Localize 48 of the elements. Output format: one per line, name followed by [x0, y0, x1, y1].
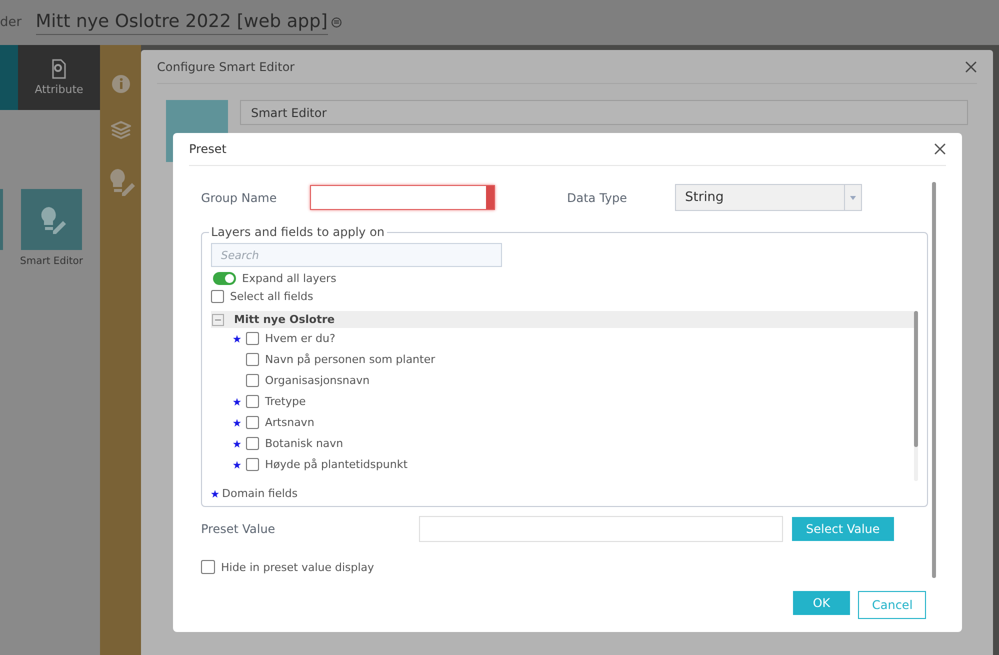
- edit-icon[interactable]: [330, 17, 342, 28]
- app-title[interactable]: Mitt nye Oslotre 2022 [web app]: [36, 10, 328, 34]
- checkbox[interactable]: [246, 395, 259, 408]
- field-label: Group Name: [201, 190, 278, 204]
- field-name: Organisasjonsnavn: [265, 374, 370, 387]
- toggle-label: Expand all layers: [242, 272, 336, 285]
- star-icon: [211, 490, 219, 498]
- name-field[interactable]: Smart Editor: [240, 100, 968, 125]
- checkbox-label: Hide in preset value display: [221, 560, 374, 574]
- layer-row[interactable]: Mitt nye Oslotre: [211, 311, 914, 328]
- field-name: Tretype: [265, 395, 306, 408]
- group-name-field[interactable]: [310, 185, 495, 210]
- section-legend: Layers and fields to apply on: [209, 225, 387, 239]
- checkbox[interactable]: [246, 416, 259, 429]
- collapse-icon[interactable]: [212, 314, 224, 326]
- select-value-button[interactable]: Select Value: [792, 517, 894, 541]
- toggle-switch[interactable]: [213, 272, 236, 285]
- field-name: Botanisk navn: [265, 437, 344, 450]
- legend-note: Domain fields: [222, 487, 298, 500]
- widget-label: Smart Editor: [20, 256, 84, 267]
- checkbox[interactable]: [246, 353, 259, 366]
- widget-tile[interactable]: [0, 189, 3, 250]
- checkbox[interactable]: [246, 332, 259, 345]
- widget-tile[interactable]: [21, 189, 82, 250]
- caret-icon: [850, 196, 856, 200]
- dialog-title: Preset: [189, 142, 226, 156]
- search-field[interactable]: Search: [211, 243, 502, 267]
- cancel-button[interactable]: Cancel: [858, 591, 926, 619]
- attribute-tab[interactable]: Attribute: [18, 45, 100, 110]
- preset-value-field[interactable]: [419, 516, 783, 542]
- checkbox[interactable]: [246, 437, 259, 450]
- close-icon[interactable]: [965, 60, 977, 72]
- field-label: Preset Value: [201, 522, 276, 536]
- document-gear-icon: [50, 59, 68, 79]
- field-name: Navn på personen som planter: [265, 353, 436, 366]
- field-name: Hvem er du?: [265, 332, 336, 345]
- checkbox[interactable]: [246, 374, 259, 387]
- dialog-title: Configure Smart Editor: [157, 60, 295, 74]
- checkbox-label: Select all fields: [230, 290, 314, 303]
- checkbox[interactable]: [211, 290, 224, 303]
- ok-button[interactable]: OK: [793, 591, 850, 615]
- checkbox[interactable]: [201, 560, 215, 574]
- data-type-select[interactable]: String: [675, 184, 862, 211]
- breadcrumb-text: der: [0, 15, 22, 30]
- close-icon[interactable]: [934, 143, 946, 155]
- field-name: Artsnavn: [265, 416, 314, 429]
- checkbox[interactable]: [246, 458, 259, 471]
- field-name: Høyde på plantetidspunkt: [265, 458, 408, 471]
